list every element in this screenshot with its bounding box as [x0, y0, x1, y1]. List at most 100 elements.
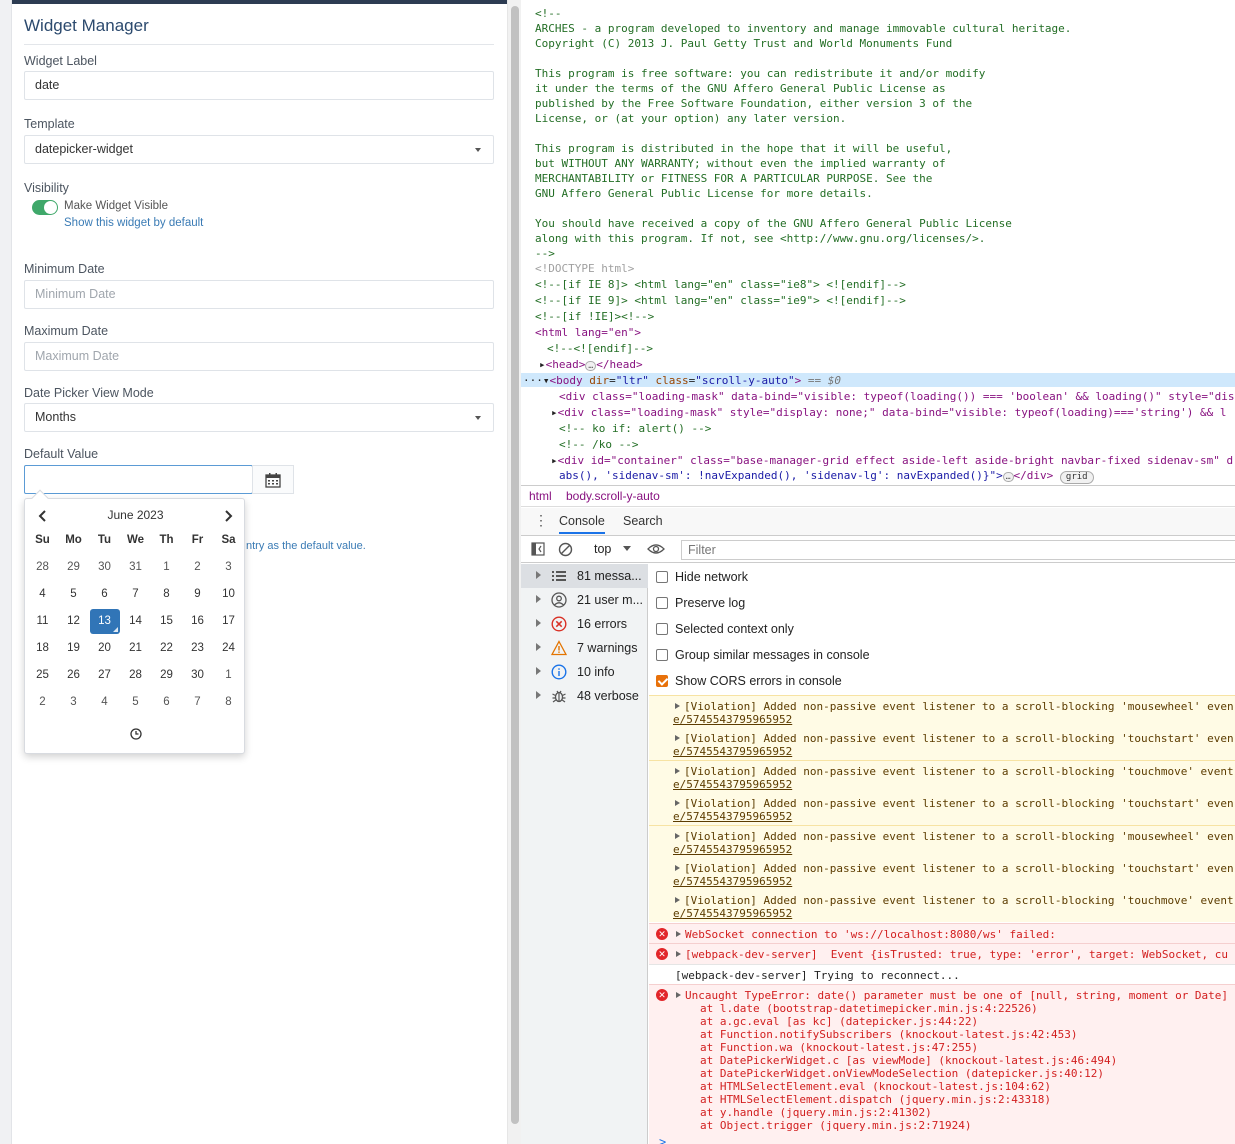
- day-cell[interactable]: 18: [27, 635, 58, 662]
- violation-source-link[interactable]: e/5745543795965952: [673, 778, 792, 791]
- day-cell[interactable]: 2: [182, 554, 213, 581]
- day-cell[interactable]: 8: [151, 581, 182, 608]
- stack-frame[interactable]: at DatePickerWidget.onViewModeSelection …: [700, 1067, 1104, 1080]
- time-toggle-button[interactable]: [25, 727, 246, 745]
- setting-hide-network[interactable]: Hide network: [656, 566, 1226, 586]
- tab-console[interactable]: Console: [559, 514, 605, 534]
- widget-label-input[interactable]: date: [24, 71, 494, 100]
- violation-source-link[interactable]: e/5745543795965952: [673, 745, 792, 758]
- view-mode-select[interactable]: Months: [24, 403, 494, 432]
- head-node-line[interactable]: ▸<head>… </head>: [539, 357, 643, 372]
- checkbox[interactable]: [656, 597, 668, 609]
- type-error-row[interactable]: ✕ Uncaught TypeError: date() parameter m…: [649, 984, 1235, 1144]
- day-cell[interactable]: 6: [89, 581, 120, 608]
- ellipsis-badge[interactable]: …: [585, 361, 597, 371]
- day-cell[interactable]: 19: [58, 635, 89, 662]
- day-cell[interactable]: 30: [182, 662, 213, 689]
- checkbox[interactable]: [656, 571, 668, 583]
- day-cell[interactable]: 3: [58, 689, 89, 716]
- grid-badge[interactable]: grid: [1059, 471, 1094, 484]
- day-cell[interactable]: 21: [120, 635, 151, 662]
- expand-triangle-icon[interactable]: [536, 571, 541, 579]
- checkbox[interactable]: [656, 675, 668, 687]
- page-scrollbar[interactable]: [507, 0, 521, 1144]
- filter-input[interactable]: Filter: [681, 540, 1235, 560]
- stack-frame[interactable]: at y.handle (jquery.min.js:2:41302): [700, 1106, 932, 1119]
- stack-frame[interactable]: at HTMLSelectElement.dispatch (jquery.mi…: [700, 1093, 1051, 1106]
- setting-group-similar-messages-in-console[interactable]: Group similar messages in console: [656, 644, 1226, 664]
- default-value-input[interactable]: [24, 465, 253, 494]
- day-cell[interactable]: 28: [27, 554, 58, 581]
- stack-frame[interactable]: at Object.trigger (jquery.min.js:2:71924…: [700, 1119, 972, 1132]
- day-cell[interactable]: 24: [213, 635, 244, 662]
- tab-search[interactable]: Search: [623, 514, 663, 528]
- day-cell[interactable]: 10: [213, 581, 244, 608]
- loading-mask-line-1[interactable]: <div class="loading-mask" data-bind="vis…: [559, 389, 1235, 404]
- breadcrumb-body[interactable]: body.scroll-y-auto: [566, 489, 660, 503]
- html-open-line[interactable]: <html lang="en">: [535, 325, 641, 340]
- minimum-date-input[interactable]: Minimum Date: [24, 280, 494, 309]
- stack-frame[interactable]: at Function.wa (knockout-latest.js:47:25…: [700, 1041, 978, 1054]
- expand-triangle-icon[interactable]: [675, 832, 680, 839]
- sidebar-item-list[interactable]: 81 messa...: [521, 564, 648, 588]
- stack-frame[interactable]: at DatePickerWidget.c [as viewMode] (kno…: [700, 1054, 1117, 1067]
- kebab-menu-icon[interactable]: ⋮: [534, 513, 548, 527]
- checkbox[interactable]: [656, 623, 668, 635]
- sidebar-item-bug[interactable]: 48 verbose: [521, 684, 648, 708]
- violation-row[interactable]: [Violation] Added non-passive event list…: [649, 727, 1235, 761]
- setting-selected-context-only[interactable]: Selected context only: [656, 618, 1226, 638]
- websocket-error-row[interactable]: ✕ WebSocket connection to 'ws://localhos…: [649, 923, 1235, 943]
- visibility-toggle[interactable]: [32, 200, 58, 215]
- violation-row[interactable]: [Violation] Added non-passive event list…: [649, 759, 1235, 793]
- day-cell[interactable]: 25: [27, 662, 58, 689]
- violation-row[interactable]: [Violation] Added non-passive event list…: [649, 824, 1235, 858]
- day-cell[interactable]: 1: [213, 662, 244, 689]
- maximum-date-input[interactable]: Maximum Date: [24, 342, 494, 371]
- day-cell[interactable]: 23: [182, 635, 213, 662]
- expand-triangle-icon[interactable]: [675, 703, 680, 709]
- context-selector[interactable]: top: [594, 542, 631, 556]
- day-cell[interactable]: 20: [89, 635, 120, 662]
- scrollbar-thumb[interactable]: [511, 6, 519, 1124]
- expand-triangle-icon[interactable]: [675, 897, 680, 904]
- expand-triangle-icon[interactable]: [536, 619, 541, 627]
- next-month-button[interactable]: [218, 507, 238, 525]
- day-cell[interactable]: 4: [27, 581, 58, 608]
- expand-triangle-icon[interactable]: [676, 951, 681, 957]
- more-options-icon[interactable]: ···: [523, 374, 543, 387]
- stack-frame[interactable]: at Function.notifySubscribers (knockout-…: [700, 1028, 1078, 1041]
- loading-mask-line-2[interactable]: ▸<div class="loading-mask" style="displa…: [551, 405, 1227, 420]
- stack-frame[interactable]: at HTMLSelectElement.eval (knockout-late…: [700, 1080, 1051, 1093]
- violation-source-link[interactable]: e/5745543795965952: [673, 713, 792, 726]
- violation-row[interactable]: [Violation] Added non-passive event list…: [649, 695, 1235, 728]
- expand-triangle-icon[interactable]: ▸: [539, 358, 546, 371]
- day-cell[interactable]: 28: [120, 662, 151, 689]
- day-cell[interactable]: 15: [151, 608, 182, 635]
- day-cell[interactable]: 17: [213, 608, 244, 635]
- container-node-line[interactable]: ▸<div id="container" class="base-manager…: [551, 453, 1233, 468]
- violation-source-link[interactable]: e/5745543795965952: [673, 875, 792, 888]
- day-cell[interactable]: 22: [151, 635, 182, 662]
- day-cell[interactable]: 4: [89, 689, 120, 716]
- sidebar-item-warning[interactable]: 7 warnings: [521, 636, 648, 660]
- day-cell[interactable]: 14: [120, 608, 151, 635]
- wds-error-row[interactable]: ✕ [webpack-dev-server] Event {isTrusted:…: [649, 943, 1235, 964]
- expand-triangle-icon[interactable]: [675, 865, 680, 871]
- body-node-line[interactable]: ···▾<body dir="ltr" class="scroll-y-auto…: [523, 373, 841, 388]
- selected-day-cell[interactable]: 13: [89, 608, 120, 635]
- expand-triangle-icon[interactable]: [536, 595, 541, 603]
- sidebar-item-error[interactable]: 16 errors: [521, 612, 648, 636]
- day-cell[interactable]: 5: [120, 689, 151, 716]
- ellipsis-badge[interactable]: …: [1002, 472, 1014, 482]
- day-cell[interactable]: 31: [120, 554, 151, 581]
- eye-icon[interactable]: [647, 542, 665, 556]
- day-cell[interactable]: 16: [182, 608, 213, 635]
- expand-triangle-icon[interactable]: [675, 800, 680, 807]
- expand-triangle-icon[interactable]: [675, 735, 680, 742]
- expand-triangle-icon[interactable]: [536, 667, 541, 675]
- day-cell[interactable]: 9: [182, 581, 213, 608]
- expand-triangle-icon[interactable]: [676, 992, 681, 998]
- day-cell[interactable]: 27: [89, 662, 120, 689]
- sidebar-item-info[interactable]: 10 info: [521, 660, 648, 684]
- setting-preserve-log[interactable]: Preserve log: [656, 592, 1226, 612]
